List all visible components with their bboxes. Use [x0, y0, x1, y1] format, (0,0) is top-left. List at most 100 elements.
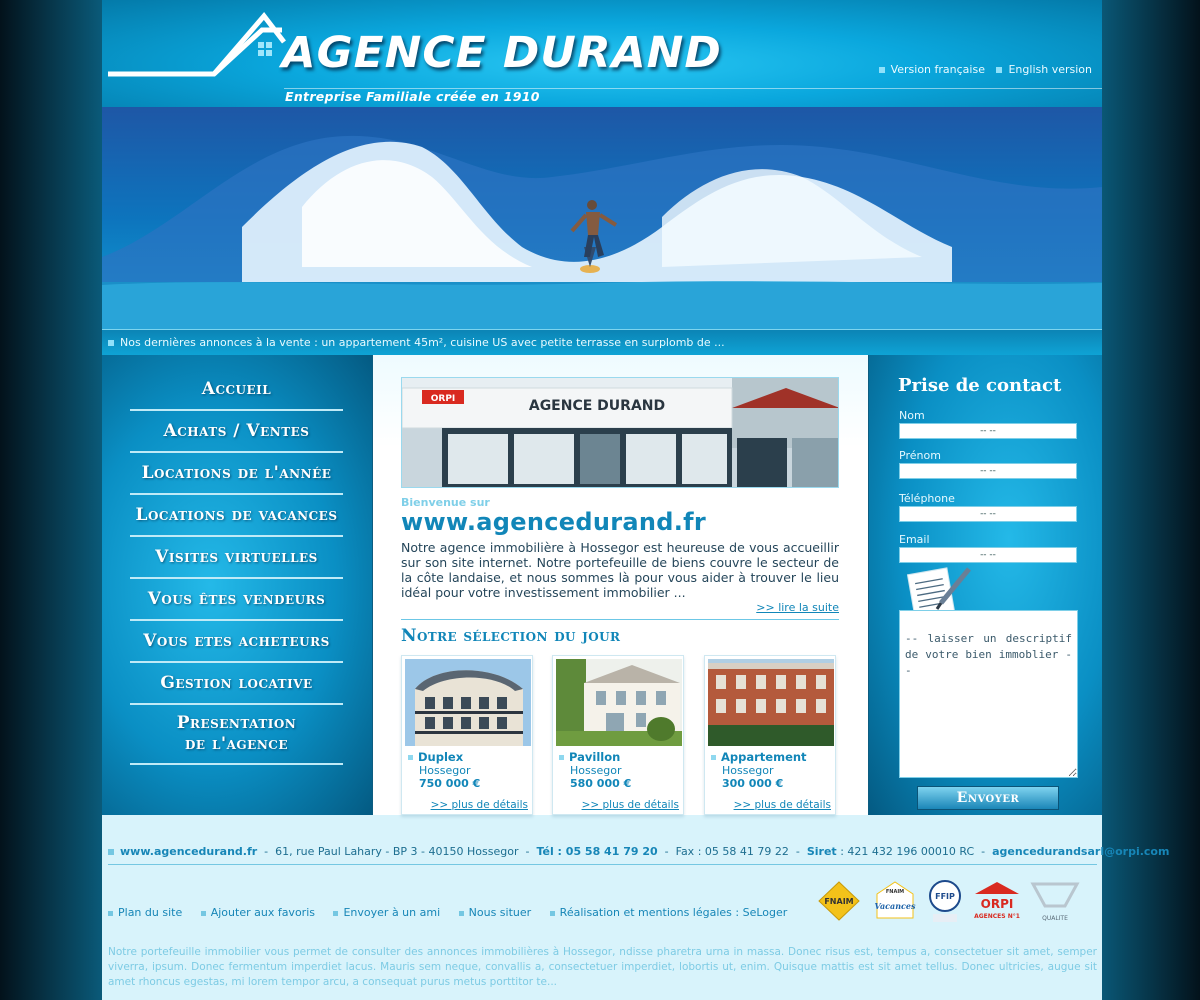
listing-photo[interactable]	[708, 659, 834, 746]
listing-city: Hossegor	[570, 764, 622, 777]
section-divider	[401, 619, 839, 620]
footer-seo-text: Notre portefeuille immobilier vous perme…	[108, 946, 1097, 988]
daily-selection-title: Notre sélection du jour	[401, 626, 621, 646]
footer-link-location[interactable]: Nous situer	[458, 906, 532, 919]
svg-text:Vacances: Vacances	[875, 901, 916, 911]
language-switcher: Version française English version	[871, 63, 1092, 76]
bullet-icon	[878, 67, 885, 73]
svg-text:ORPI: ORPI	[981, 897, 1014, 911]
site-url-title: www.agencedurand.fr	[401, 508, 706, 536]
listing-details-link[interactable]: >> plus de détails	[431, 799, 528, 811]
send-button[interactable]: Envoyer	[917, 786, 1059, 810]
footer-link-favorites[interactable]: Ajouter aux favoris	[200, 906, 315, 919]
latest-listings-ticker[interactable]: Nos dernières annonces à la vente : un a…	[102, 329, 1102, 355]
nav-item-accueil[interactable]: Accueil	[130, 369, 343, 411]
footer-fax: Fax : 05 58 41 79 22	[675, 845, 789, 858]
nav-item-locations-vacances[interactable]: Locations de vacances	[120, 495, 353, 537]
listing-photo[interactable]	[556, 659, 682, 746]
bullet-icon	[559, 755, 564, 760]
listing-details-link[interactable]: >> plus de détails	[734, 799, 831, 811]
lang-en-label: English version	[1008, 63, 1092, 76]
orpi-logo-icon: ORPI AGENCES N°1	[974, 882, 1020, 920]
nav-item-locations-annee[interactable]: Locations de l'année	[130, 453, 343, 495]
footer-link-share[interactable]: Envoyer à un ami	[333, 906, 440, 919]
ticker-text: Nos dernières annonces à la vente : un a…	[120, 336, 725, 349]
name-label: Nom	[899, 409, 925, 422]
footer-link-label: Ajouter aux favoris	[210, 906, 315, 919]
phone-label: Téléphone	[899, 492, 955, 505]
firstname-input[interactable]	[899, 463, 1077, 479]
listing-details-link[interactable]: >> plus de détails	[582, 799, 679, 811]
phone-input[interactable]	[899, 506, 1077, 522]
footer-link-credits[interactable]: Réalisation et mentions légales : SeLoge…	[549, 906, 788, 919]
house-roof-logo-icon	[108, 12, 286, 77]
storefront-illustration: ORPI AGENCE DURAND	[402, 378, 838, 487]
qualite-logo-icon: QUALITE	[1030, 882, 1080, 922]
listing-card-duplex[interactable]: Duplex Hossegor 750 000 € >> plus de dét…	[401, 655, 533, 815]
listing-photo[interactable]	[405, 659, 531, 746]
nav-item-achats-ventes[interactable]: Achats / Ventes	[130, 411, 343, 453]
name-input[interactable]	[899, 423, 1077, 439]
nav-item-gestion-locative[interactable]: Gestion locative	[130, 663, 343, 705]
nav-item-presentation-line2: de l'agence	[185, 734, 288, 754]
partner-logos: FNAIM FNAIM Vacances FFIP ORPI AGENCES N…	[818, 880, 1080, 922]
bullet-icon	[108, 849, 114, 855]
svg-text:AGENCES N°1: AGENCES N°1	[974, 913, 1020, 920]
site-container: AGENCE DURAND Entreprise Familiale créée…	[102, 0, 1169, 1000]
nav-item-vendeurs[interactable]: Vous êtes vendeurs	[130, 579, 343, 621]
nav-item-presentation-agence[interactable]: Presentation de l'agence	[130, 705, 343, 765]
listing-card-pavillon[interactable]: Pavillon Hossegor 580 000 € >> plus de d…	[552, 655, 684, 815]
fnaim-logo-icon: FNAIM	[818, 881, 860, 921]
listing-type: Appartement	[711, 750, 807, 764]
listing-price: 580 000 €	[570, 777, 632, 790]
main-content: ORPI AGENCE DURAND Bienvenue sur www.age…	[373, 355, 868, 815]
shop-sign-text: AGENCE DURAND	[529, 398, 665, 414]
bullet-icon	[333, 910, 339, 916]
listing-price: 750 000 €	[419, 777, 481, 790]
site-header: AGENCE DURAND Entreprise Familiale créée…	[102, 0, 1102, 107]
footer-siret: : 421 432 196 00010 RC	[840, 845, 975, 858]
email-input[interactable]	[899, 547, 1077, 563]
brand-tagline: Entreprise Familiale créée en 1910	[285, 89, 540, 104]
svg-text:FFIP: FFIP	[935, 892, 955, 901]
ffip-logo-icon: FFIP	[929, 880, 961, 922]
footer-link-label: Nous situer	[468, 906, 532, 919]
intro-paragraph: Notre agence immobilière à Hossegor est …	[401, 540, 839, 600]
lang-fr-label: Version française	[890, 63, 985, 76]
nav-item-acheteurs[interactable]: Vous etes acheteurs	[130, 621, 343, 663]
footer-site[interactable]: www.agencedurand.fr	[120, 845, 257, 858]
footer-link-label: Plan du site	[118, 906, 183, 919]
footer-phone: Tél : 05 58 41 79 20	[536, 845, 658, 858]
nav-list: Accueil Achats / Ventes Locations de l'a…	[130, 369, 343, 765]
footer-links: Plan du site Ajouter aux favoris Envoyer…	[108, 906, 802, 919]
footer-siret-label: Siret	[806, 845, 837, 858]
shop-brand-text: ORPI	[431, 394, 456, 404]
firstname-label: Prénom	[899, 449, 941, 462]
surf-banner-image	[102, 107, 1102, 329]
read-more-link[interactable]: >> lire la suite	[756, 601, 839, 614]
footer-divider	[108, 864, 1097, 865]
nav-item-presentation-line1: Presentation	[176, 713, 297, 733]
footer-contact-info: www.agencedurand.fr - 61, rue Paul Lahar…	[108, 845, 1169, 858]
footer-email[interactable]: agencedurandsarl@orpi.com	[992, 845, 1169, 858]
svg-text:QUALITE: QUALITE	[1042, 915, 1068, 922]
footer-link-label: Réalisation et mentions légales : SeLoge…	[559, 906, 788, 919]
brand-name[interactable]: AGENCE DURAND	[282, 28, 722, 78]
bullet-icon	[458, 910, 464, 916]
nav-item-visites-virtuelles[interactable]: Visites virtuelles	[130, 537, 343, 579]
bullet-icon	[711, 755, 716, 760]
lang-fr-link[interactable]: Version française	[878, 63, 985, 76]
footer-address: 61, rue Paul Lahary - BP 3 - 40150 Hosse…	[275, 845, 519, 858]
listing-city: Hossegor	[419, 764, 471, 777]
description-textarea[interactable]: -- laisser un descriptif de votre bien i…	[899, 610, 1078, 778]
bullet-icon	[200, 910, 206, 916]
listing-city: Hossegor	[722, 764, 774, 777]
lang-en-link[interactable]: English version	[996, 63, 1092, 76]
listing-card-appartement[interactable]: Appartement Hossegor 300 000 € >> plus d…	[704, 655, 836, 815]
bullet-icon	[996, 67, 1003, 73]
footer-link-label: Envoyer à un ami	[343, 906, 441, 919]
footer-link-sitemap[interactable]: Plan du site	[108, 906, 182, 919]
main-content-inner: ORPI AGENCE DURAND Bienvenue sur www.age…	[373, 355, 868, 815]
listing-price: 300 000 €	[722, 777, 784, 790]
contact-panel: Prise de contact Nom Prénom Téléphone Em…	[868, 355, 1102, 815]
